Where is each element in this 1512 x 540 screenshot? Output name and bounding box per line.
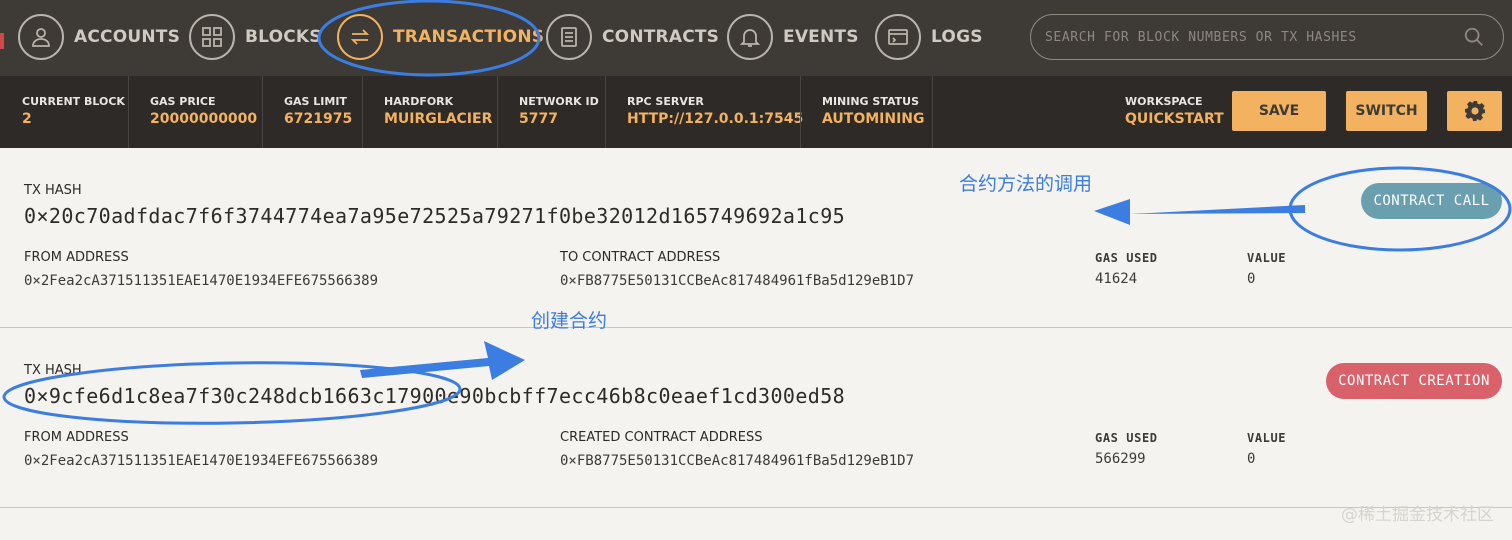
nav-events[interactable]: EVENTS [727, 14, 859, 60]
created-contract-address: 0×FB8775E50131CCBeAc817484961fBa5d129eB1… [560, 453, 915, 469]
nav-contracts-label: CONTRACTS [602, 27, 720, 47]
nav-logs-label: LOGS [931, 27, 983, 47]
value: 0 [1247, 271, 1256, 287]
rpc-server-label: RPC SERVER [627, 95, 704, 108]
hardfork-value: MUIRGLACIER [384, 111, 493, 127]
grid-icon [189, 14, 235, 60]
nav-blocks-label: BLOCKS [245, 27, 322, 47]
nav-events-label: EVENTS [783, 27, 859, 47]
from-address-label: FROM ADDRESS [24, 250, 129, 265]
value: 0 [1247, 451, 1256, 467]
switch-button[interactable]: SWITCH [1346, 91, 1427, 131]
gas-limit-stat: GAS LIMIT 6721975 [284, 76, 352, 148]
gas-price-value: 20000000000 [150, 111, 258, 127]
terminal-icon [875, 14, 921, 60]
gas-used: 41624 [1095, 271, 1138, 287]
gas-used-label: GAS USED [1095, 251, 1158, 265]
value-label: VALUE [1247, 431, 1287, 445]
contract-creation-badge: CONTRACT CREATION [1326, 363, 1502, 399]
search-box [1030, 14, 1504, 60]
user-icon [18, 14, 64, 60]
nav-blocks[interactable]: BLOCKS [189, 14, 322, 60]
divider [128, 76, 129, 148]
gear-icon [1464, 101, 1485, 121]
tx-hash: 0×9cfe6d1c8ea7f30c248dcb1663c17900e90bcb… [24, 384, 846, 408]
settings-button[interactable] [1447, 91, 1502, 131]
window-edge-marker [0, 33, 4, 49]
contract-call-annotation: 合约方法的调用 [959, 173, 1093, 195]
workspace-stat: WORKSPACE QUICKSTART [1125, 76, 1224, 148]
gas-limit-value: 6721975 [284, 111, 353, 127]
from-address-label: FROM ADDRESS [24, 430, 129, 445]
workspace-value: QUICKSTART [1125, 111, 1224, 127]
search-input[interactable] [1045, 25, 1445, 49]
mining-status-label: MINING STATUS [822, 95, 919, 108]
nav-contracts[interactable]: CONTRACTS [546, 14, 719, 60]
divider [605, 76, 606, 148]
gas-used: 566299 [1095, 451, 1146, 467]
value-label: VALUE [1247, 251, 1287, 265]
top-navigation: ACCOUNTS BLOCKS TRANSACTIONS CONTRACTS E… [0, 0, 1512, 76]
gas-limit-label: GAS LIMIT [284, 95, 347, 108]
network-id-stat: NETWORK ID 5777 [519, 76, 599, 148]
from-address: 0×2Fea2cA371511351EAE1470E1934EFE6755663… [24, 453, 379, 469]
divider [497, 76, 498, 148]
create-contract-annotation: 创建合约 [531, 310, 608, 332]
to-contract-address-label: TO CONTRACT ADDRESS [560, 250, 721, 265]
tx-hash-label: TX HASH [24, 363, 82, 378]
current-block-value: 2 [22, 111, 32, 127]
transaction-row[interactable]: TX HASH 0×20c70adfdac7f6f3744774ea7a95e7… [0, 148, 1512, 328]
nav-accounts-label: ACCOUNTS [74, 27, 181, 47]
nav-accounts[interactable]: ACCOUNTS [18, 14, 180, 60]
contract-call-badge: CONTRACT CALL [1361, 183, 1502, 219]
bell-icon [727, 14, 773, 60]
current-block-stat: CURRENT BLOCK 2 [22, 76, 125, 148]
status-bar: CURRENT BLOCK 2 GAS PRICE 20000000000 GA… [0, 76, 1512, 148]
created-contract-address-label: CREATED CONTRACT ADDRESS [560, 430, 763, 445]
current-block-label: CURRENT BLOCK [22, 95, 125, 108]
divider [932, 76, 933, 148]
search-icon[interactable] [1463, 26, 1485, 48]
divider [262, 76, 263, 148]
mining-status-value: AUTOMINING [822, 111, 925, 127]
workspace-label: WORKSPACE [1125, 95, 1203, 108]
tx-hash: 0×20c70adfdac7f6f3744774ea7a95e72525a792… [24, 204, 846, 228]
network-id-label: NETWORK ID [519, 95, 599, 108]
nav-transactions-label: TRANSACTIONS [393, 27, 545, 47]
divider [362, 76, 363, 148]
network-id-value: 5777 [519, 111, 558, 127]
gas-price-label: GAS PRICE [150, 95, 216, 108]
gas-used-label: GAS USED [1095, 431, 1158, 445]
to-contract-address: 0×FB8775E50131CCBeAc817484961fBa5d129eB1… [560, 273, 915, 289]
tx-hash-label: TX HASH [24, 183, 82, 198]
transaction-row[interactable]: TX HASH 0×9cfe6d1c8ea7f30c248dcb1663c179… [0, 328, 1512, 508]
rpc-server-stat: RPC SERVER HTTP://127.0.0.1:7545 [627, 76, 803, 148]
nav-transactions[interactable]: TRANSACTIONS [337, 14, 544, 60]
save-button[interactable]: SAVE [1232, 91, 1326, 131]
swap-arrows-icon [337, 14, 383, 60]
hardfork-label: HARDFORK [384, 95, 454, 108]
document-icon [546, 14, 592, 60]
hardfork-stat: HARDFORK MUIRGLACIER [384, 76, 492, 148]
divider [800, 76, 801, 148]
rpc-server-value: HTTP://127.0.0.1:7545 [627, 111, 804, 127]
mining-status-stat: MINING STATUS AUTOMINING [822, 76, 925, 148]
from-address: 0×2Fea2cA371511351EAE1470E1934EFE6755663… [24, 273, 379, 289]
nav-logs[interactable]: LOGS [875, 14, 983, 60]
watermark: @稀土掘金技术社区 [1341, 505, 1494, 525]
gas-price-stat: GAS PRICE 20000000000 [150, 76, 257, 148]
